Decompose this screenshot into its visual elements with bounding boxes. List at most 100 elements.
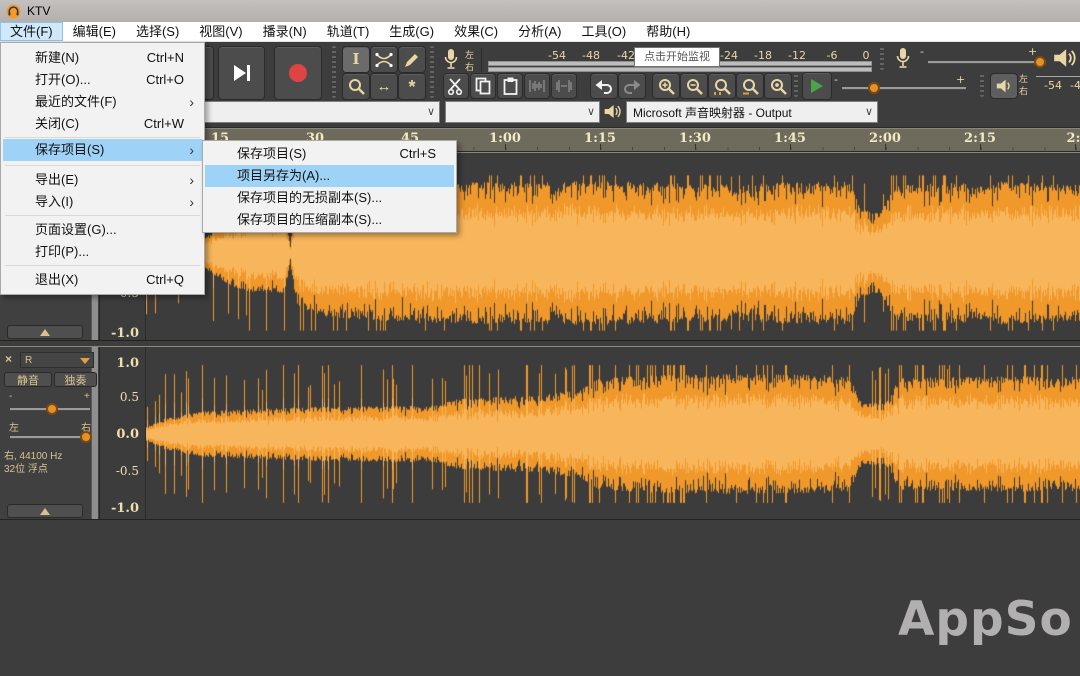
zoom-selection-icon xyxy=(714,78,731,95)
rec-vol-minus: - xyxy=(920,45,924,58)
track-menu-icon[interactable] xyxy=(80,358,90,364)
menu-item-export[interactable]: 导出(E)› xyxy=(3,169,202,191)
undo-button[interactable] xyxy=(590,73,618,99)
recording-volume-slider[interactable] xyxy=(928,61,1036,64)
menu-transport[interactable]: 播录(N) xyxy=(253,22,317,41)
menu-item-close[interactable]: 关闭(C)Ctrl+W xyxy=(3,113,202,135)
track2-collapse-button[interactable] xyxy=(7,504,83,518)
submenu-arrow-icon: › xyxy=(189,191,194,213)
menu-file[interactable]: 文件(F) xyxy=(0,22,63,41)
zoom-out-icon xyxy=(686,78,703,95)
pan-left-label: 左 xyxy=(9,419,19,434)
playback-device-combo[interactable]: Microsoft 声音映射器 - Output ∨ xyxy=(626,101,878,123)
menu-generate[interactable]: 生成(G) xyxy=(379,22,444,41)
menu-view[interactable]: 视图(V) xyxy=(189,22,252,41)
menu-tracks[interactable]: 轨道(T) xyxy=(317,22,380,41)
transport-grabber[interactable] xyxy=(332,46,336,98)
play-at-speed-button[interactable] xyxy=(802,72,832,100)
submenu-arrow-icon: › xyxy=(189,139,194,161)
submenu-item-save-as[interactable]: 项目另存为(A)... xyxy=(205,165,454,187)
track2-pan-slider[interactable] xyxy=(10,436,90,439)
recording-volume-knob[interactable] xyxy=(1034,56,1046,68)
playback-meter-speaker-button[interactable] xyxy=(990,73,1018,99)
menu-tools[interactable]: 工具(O) xyxy=(571,22,636,41)
playback-meter-line xyxy=(1036,76,1080,77)
timeshift-tool-button[interactable]: ↔ xyxy=(370,73,398,100)
menu-item-page-setup[interactable]: 页面设置(G)... xyxy=(3,219,202,241)
zoom-out-button[interactable] xyxy=(680,73,708,99)
zoom-tool-button[interactable] xyxy=(342,73,370,100)
skip-to-end-button[interactable] xyxy=(218,46,265,100)
submenu-item-save-lossless-copy[interactable]: 保存项目的无损副本(S)... xyxy=(205,187,454,209)
recording-channels-combo[interactable]: ∨ xyxy=(445,101,600,123)
scale-label: -1.0 xyxy=(111,501,139,516)
monitor-tooltip[interactable]: 点击开始监视 xyxy=(634,47,720,67)
silence-icon xyxy=(555,79,573,93)
menu-separator xyxy=(5,265,200,266)
paste-button[interactable] xyxy=(497,73,523,99)
chevron-down-icon: ∨ xyxy=(865,105,873,118)
window-title: KTV xyxy=(27,4,50,18)
menu-item-print[interactable]: 打印(P)... xyxy=(3,241,202,263)
menu-item-exit[interactable]: 退出(X)Ctrl+Q xyxy=(3,269,202,291)
zoom-in-icon xyxy=(658,78,675,95)
trim-audio-button[interactable] xyxy=(524,73,550,99)
playback-meter-grabber[interactable] xyxy=(980,73,984,97)
time-label: 1:15 xyxy=(584,131,616,146)
playspeed-slider[interactable] xyxy=(842,87,966,90)
multi-tool-button[interactable]: * xyxy=(398,73,426,100)
silence-audio-button[interactable] xyxy=(551,73,577,99)
submenu-item-save-project[interactable]: 保存项目(S)Ctrl+S xyxy=(205,143,454,165)
track2-name-field[interactable]: R xyxy=(20,352,94,368)
selection-tool-button[interactable]: I xyxy=(342,46,370,73)
playspeed-grabber[interactable] xyxy=(794,73,798,97)
track2-close-icon[interactable]: × xyxy=(5,352,12,366)
meter-grabber[interactable] xyxy=(880,46,884,70)
redo-button[interactable] xyxy=(618,73,646,99)
time-label: 2:00 xyxy=(869,131,901,146)
track2-waveform[interactable] xyxy=(146,347,1080,521)
cut-button[interactable] xyxy=(443,73,469,99)
zoom-fit-button[interactable] xyxy=(736,73,764,99)
track2-name: R xyxy=(25,355,32,366)
menu-item-recent-files[interactable]: 最近的文件(F)› xyxy=(3,91,202,113)
menu-item-import[interactable]: 导入(I)› xyxy=(3,191,202,213)
track2-pan-knob[interactable] xyxy=(80,431,92,443)
menu-select[interactable]: 选择(S) xyxy=(126,22,189,41)
track2-solo-button[interactable]: 独奏 xyxy=(54,372,97,387)
draw-tool-button[interactable] xyxy=(398,46,426,73)
menu-separator xyxy=(5,215,200,216)
track1-collapse-button[interactable] xyxy=(7,325,83,339)
envelope-tool-button[interactable] xyxy=(370,46,398,73)
play-scale--54: -54 xyxy=(1044,79,1062,92)
track2-mute-button[interactable]: 静音 xyxy=(4,372,52,387)
menu-edit[interactable]: 编辑(E) xyxy=(63,22,126,41)
tools-grabber[interactable] xyxy=(430,46,434,98)
speaker-icon xyxy=(995,78,1013,94)
track2-gain-knob[interactable] xyxy=(46,403,58,415)
recording-meter-mic-icon[interactable] xyxy=(444,48,458,70)
menu-item-save-project[interactable]: 保存项目(S)› xyxy=(3,139,202,161)
audacity-window: KTV 文件(F) 编辑(E) 选择(S) 视图(V) 播录(N) 轨道(T) … xyxy=(0,0,1080,676)
track2-vertical-ruler[interactable]: 1.0 0.5 0.0 -0.5 -1.0 xyxy=(101,347,146,519)
playspeed-knob[interactable] xyxy=(868,82,880,94)
paste-icon xyxy=(503,77,518,95)
menu-effect[interactable]: 效果(C) xyxy=(444,22,508,41)
menu-separator xyxy=(5,165,200,166)
time-label: 2:15 xyxy=(964,131,996,146)
submenu-item-save-compressed-copy[interactable]: 保存项目的压缩副本(S)... xyxy=(205,209,454,231)
zoom-selection-button[interactable] xyxy=(708,73,736,99)
menu-item-open[interactable]: 打开(O)...Ctrl+O xyxy=(3,69,202,91)
track2-format-line2: 32位 浮点 xyxy=(4,460,48,475)
titlebar: KTV xyxy=(0,0,1080,22)
menu-item-new[interactable]: 新建(N)Ctrl+N xyxy=(3,47,202,69)
trim-icon xyxy=(528,79,546,93)
zoom-in-button[interactable] xyxy=(652,73,680,99)
menu-separator xyxy=(5,137,200,138)
menu-analyze[interactable]: 分析(A) xyxy=(508,22,571,41)
copy-button[interactable] xyxy=(470,73,496,99)
zoom-fit-icon xyxy=(742,78,759,95)
menu-help[interactable]: 帮助(H) xyxy=(636,22,700,41)
zoom-toggle-button[interactable] xyxy=(764,73,792,99)
record-button[interactable] xyxy=(274,46,322,100)
